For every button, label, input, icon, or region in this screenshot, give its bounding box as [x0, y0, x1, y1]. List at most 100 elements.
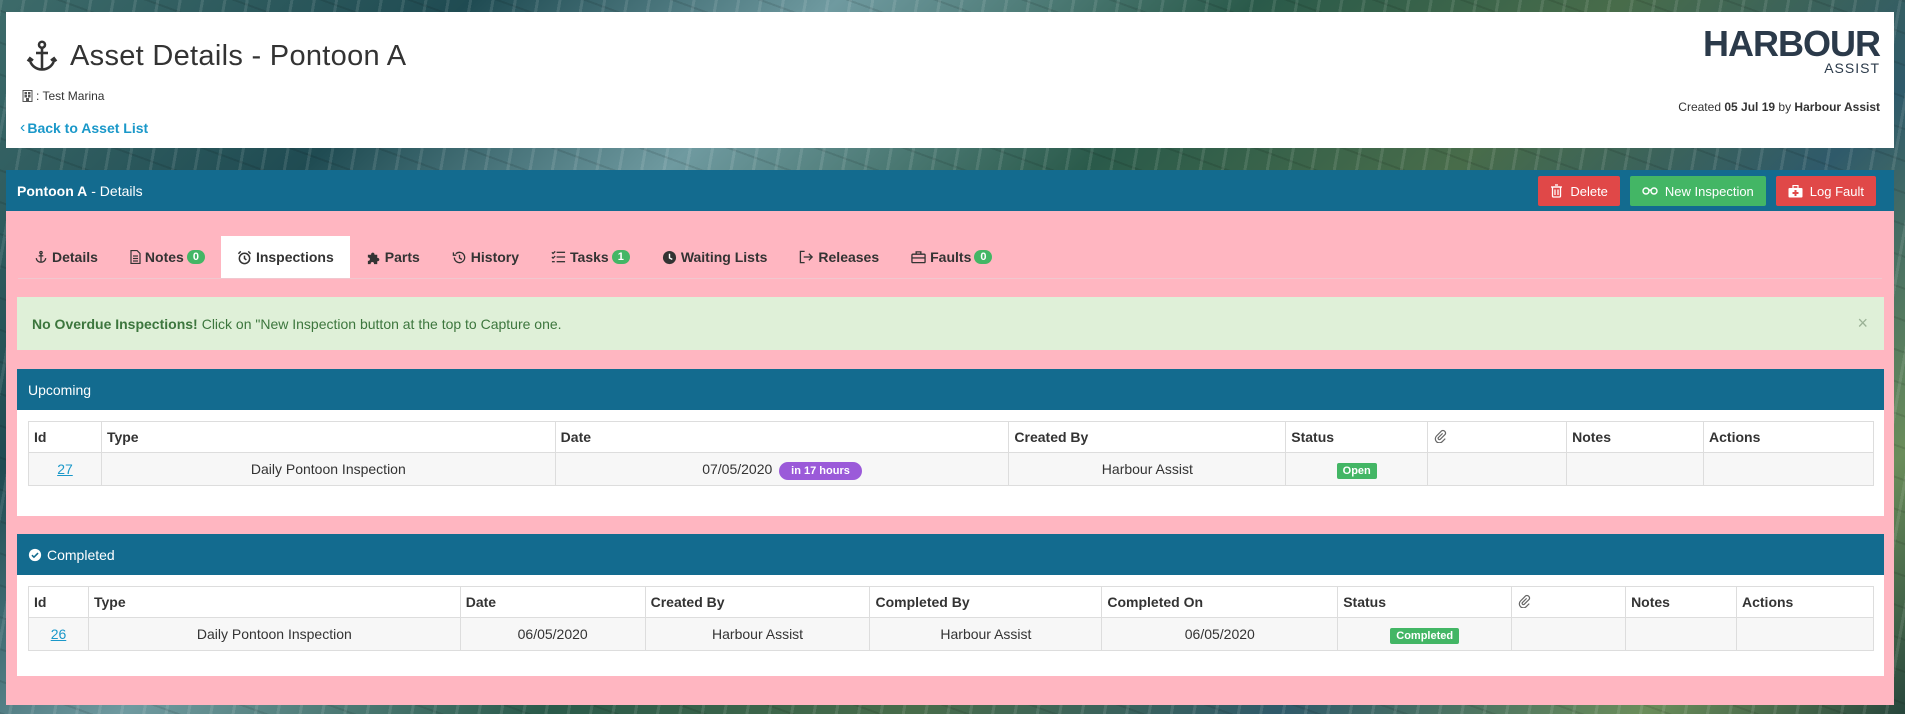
col-created-by[interactable]: Created By [1008, 421, 1287, 453]
col-notes[interactable]: Notes [1625, 586, 1737, 618]
row-id-cell: 27 [28, 452, 102, 486]
anchor-icon [26, 40, 58, 71]
alert-text: Click on "New Inspection button at the t… [201, 315, 562, 332]
back-to-asset-list-link[interactable]: ‹ Back to Asset List [20, 119, 148, 137]
col-type[interactable]: Type [100, 421, 556, 453]
created-by: Harbour Assist [1794, 100, 1880, 114]
puzzle-icon [366, 250, 381, 265]
col-actions[interactable]: Actions [1703, 421, 1874, 453]
upcoming-title: Upcoming [28, 381, 92, 398]
new-inspection-label: New Inspection [1664, 183, 1754, 199]
col-status[interactable]: Status [1285, 421, 1429, 453]
row-date-cell: 07/05/2020 in 17 hours [554, 452, 1010, 486]
paperclip-icon [1518, 594, 1531, 608]
col-attachments[interactable] [1427, 421, 1568, 453]
col-actions[interactable]: Actions [1736, 586, 1874, 618]
tab-inspections[interactable]: Inspections [220, 236, 350, 278]
tab-faults[interactable]: Faults 0 [895, 236, 1008, 278]
row-status-cell: Open [1285, 452, 1429, 486]
tab-waiting-lists[interactable]: Waiting Lists [646, 236, 784, 278]
col-completed-by[interactable]: Completed By [869, 586, 1103, 618]
page-header: Asset Details - Pontoon A : Test Marina … [6, 12, 1894, 148]
tab-parts[interactable]: Parts [350, 236, 436, 278]
created-info: Created 05 Jul 19 by Harbour Assist [1678, 100, 1880, 114]
anchor-icon [34, 250, 48, 264]
medkit-icon [1788, 184, 1803, 198]
completed-table: Id Type Date Created By Completed By Com… [28, 586, 1874, 651]
row-attachments [1427, 452, 1568, 486]
col-notes[interactable]: Notes [1566, 421, 1705, 453]
action-buttons: Delete New Inspection Log Fault [1538, 176, 1876, 206]
row-type: Daily Pontoon Inspection [87, 617, 461, 651]
chevron-left-icon: ‹ [20, 119, 26, 136]
col-date[interactable]: Date [459, 586, 646, 618]
col-created-by[interactable]: Created By [644, 586, 871, 618]
status-badge: Open [1336, 463, 1377, 479]
no-overdue-alert: No Overdue Inspections! Click on "New In… [17, 297, 1884, 350]
created-date: 05 Jul 19 [1724, 100, 1776, 114]
delete-button[interactable]: Delete [1538, 176, 1620, 206]
row-completed-on: 06/05/2020 [1101, 617, 1339, 651]
tab-notes[interactable]: Notes 0 [114, 236, 221, 278]
glasses-icon [1642, 186, 1658, 196]
completed-title: Completed [47, 546, 115, 563]
row-attachments [1511, 617, 1627, 651]
page-title: Asset Details - Pontoon A [70, 39, 407, 72]
col-id[interactable]: Id [28, 421, 102, 453]
tab-label: Inspections [255, 249, 334, 265]
completed-panel: Completed Id Type Date Created By Comple… [17, 534, 1884, 676]
location-text: : Test Marina [36, 89, 105, 103]
file-icon [130, 250, 141, 264]
table-row: 26 Daily Pontoon Inspection 06/05/2020 H… [28, 617, 1874, 651]
tab-label: Faults [930, 249, 972, 265]
row-notes [1566, 452, 1705, 486]
tab-label: Parts [384, 249, 420, 265]
tab-label: Details [52, 249, 98, 265]
row-id-cell: 26 [28, 617, 89, 651]
row-date: 06/05/2020 [459, 617, 646, 651]
due-badge: in 17 hours [779, 462, 862, 480]
tab-releases[interactable]: Releases [783, 236, 895, 278]
harbour-assist-logo: HARBOUR ASSIST [1703, 23, 1881, 76]
alert-strong: No Overdue Inspections! [32, 315, 198, 332]
col-completed-on[interactable]: Completed On [1101, 586, 1339, 618]
asset-name: Pontoon A [17, 182, 88, 199]
upcoming-panel: Upcoming Id Type Date Created By Status … [17, 369, 1884, 516]
completed-header-row: Id Type Date Created By Completed By Com… [28, 586, 1874, 618]
tasks-count-badge: 1 [611, 250, 630, 264]
row-completed-by: Harbour Assist [869, 617, 1103, 651]
col-attachments[interactable] [1511, 586, 1627, 618]
close-icon[interactable]: × [1857, 313, 1868, 334]
notes-count-badge: 0 [186, 250, 205, 264]
tab-details[interactable]: Details [18, 236, 114, 278]
row-actions [1736, 617, 1874, 651]
delete-button-label: Delete [1570, 183, 1608, 199]
tab-history[interactable]: History [436, 236, 535, 278]
row-created-by: Harbour Assist [1008, 452, 1287, 486]
faults-count-badge: 0 [974, 250, 993, 264]
logo-main-text: HARBOUR [1703, 23, 1881, 64]
tab-label: Releases [818, 249, 880, 265]
row-date: 07/05/2020 [702, 461, 773, 477]
log-fault-button[interactable]: Log Fault [1775, 176, 1876, 206]
sign-out-icon [799, 250, 814, 264]
upcoming-panel-header: Upcoming [17, 369, 1884, 410]
new-inspection-button[interactable]: New Inspection [1629, 176, 1766, 206]
title-row: Asset Details - Pontoon A [24, 38, 406, 74]
col-date[interactable]: Date [554, 421, 1010, 453]
col-status[interactable]: Status [1337, 586, 1513, 618]
col-type[interactable]: Type [87, 586, 461, 618]
completed-panel-header: Completed [17, 534, 1884, 575]
tab-label: History [470, 249, 520, 265]
tab-tasks[interactable]: Tasks 1 [535, 236, 646, 278]
upcoming-header-row: Id Type Date Created By Status Notes Act… [28, 421, 1874, 453]
inspection-id-link[interactable]: 26 [51, 626, 67, 642]
table-row: 27 Daily Pontoon Inspection 07/05/2020 i… [28, 452, 1874, 486]
col-id[interactable]: Id [28, 586, 89, 618]
tab-label: Tasks [570, 249, 609, 265]
upcoming-table: Id Type Date Created By Status Notes Act… [28, 421, 1874, 486]
row-status-cell: Completed [1337, 617, 1513, 651]
inspection-id-link[interactable]: 27 [57, 461, 73, 477]
tab-label: Notes [144, 249, 184, 265]
details-bar: Pontoon A - Details Delete New Inspectio… [6, 170, 1894, 211]
